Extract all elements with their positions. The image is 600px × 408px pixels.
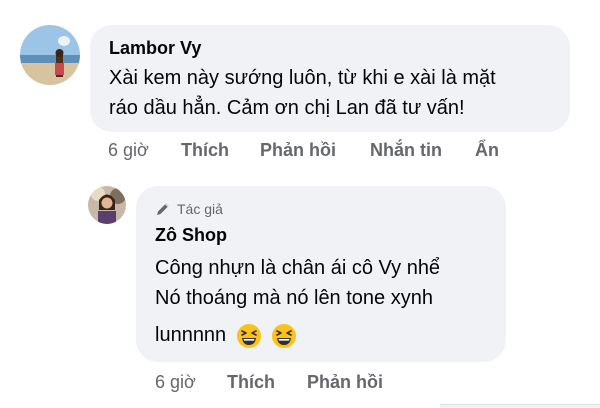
comment-actions: 6 giờ Thích Phản hồi Nhắn tin Ẩn [108,140,578,164]
reply-text-line-2: Nó thoáng mà nó lên tone xynh [155,287,433,309]
grinning-squinting-face-icon [236,323,261,348]
comment-text-line-1: Xài kem này sướng luôn, từ khi e xài là … [109,67,496,89]
reply-timestamp[interactable]: 6 giờ [155,372,196,393]
reply-author-name[interactable]: Zô Shop [155,225,227,246]
author-badge: Tác giả [155,201,223,217]
reply-like-button[interactable]: Thích [227,372,275,393]
next-reply-input-edge[interactable] [440,404,600,408]
grinning-squinting-face-icon [272,323,297,348]
reply-text-line-3-text: lunnnnn [155,324,227,346]
pencil-icon [157,203,169,215]
avatar-lambor-vy[interactable] [20,25,80,85]
author-badge-label: Tác giả [177,201,223,217]
comment-bubble: Lambor Vy Xài kem này sướng luôn, từ khi… [90,25,570,132]
avatar-zo-shop[interactable] [88,186,126,224]
reply-button[interactable]: Phản hồi [260,140,336,161]
hide-button[interactable]: Ẩn [475,140,499,161]
reply-text-line-3: lunnnnn [155,319,297,351]
reply-text-line-1: Công nhựn là chân ái cô Vy nhể [155,257,441,279]
like-button[interactable]: Thích [181,140,229,161]
reply-reply-button[interactable]: Phản hồi [307,372,383,393]
comment-timestamp[interactable]: 6 giờ [108,140,149,161]
comment-text-line-2: ráo dầu hẳn. Cảm ơn chị Lan đã tư vấn! [109,97,465,119]
comment-author-name[interactable]: Lambor Vy [109,38,201,59]
message-button[interactable]: Nhắn tin [370,140,442,161]
reply-actions: 6 giờ Thích Phản hồi [155,372,455,396]
reply-bubble: Tác giả Zô Shop Công nhựn là chân ái cô … [136,186,506,362]
